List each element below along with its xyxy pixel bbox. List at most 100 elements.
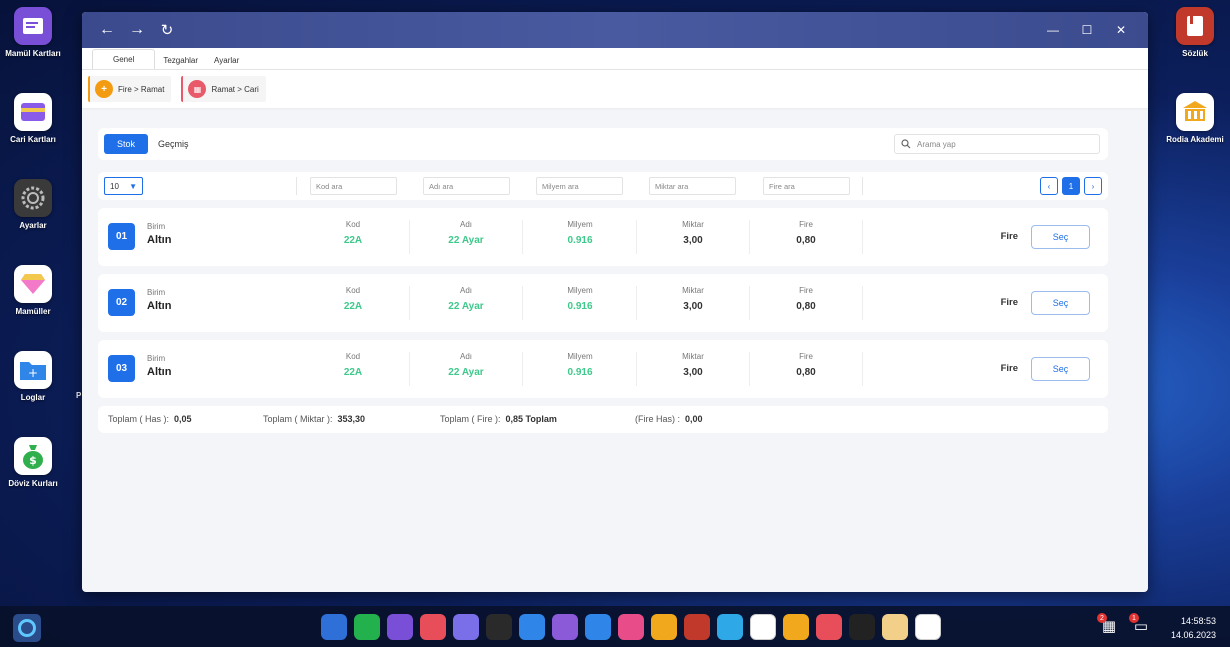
- dock-app-icon[interactable]: [849, 614, 875, 640]
- fire-title: Fire: [799, 352, 813, 361]
- next-page-button[interactable]: ›: [1084, 177, 1102, 195]
- select-button[interactable]: Seç: [1031, 357, 1090, 381]
- milyem-filter-input[interactable]: Milyem ara: [536, 177, 623, 195]
- desktop-icon-label: Rodia Akademi: [1166, 135, 1224, 144]
- dock-app-icon[interactable]: [882, 614, 908, 640]
- desktop-icon-mamuller[interactable]: Mamüller: [0, 265, 68, 316]
- adi-title: Adı: [459, 352, 472, 361]
- dock-app-icon[interactable]: [750, 614, 776, 640]
- birim-cell: Birim Altın: [147, 354, 171, 378]
- tab-gecmis[interactable]: Geçmiş: [148, 134, 199, 154]
- fire-title: Fire: [799, 286, 813, 295]
- desktop-icon-ayarlar[interactable]: Ayarlar: [0, 179, 68, 230]
- fire-label: Fire: [1000, 363, 1018, 374]
- desktop-icon-label: Ayarlar: [19, 221, 47, 230]
- desktop-icon-label: Sözlük: [1182, 49, 1208, 58]
- dock-app-icon[interactable]: [552, 614, 578, 640]
- clock-time: 14:58:53: [1180, 616, 1216, 626]
- kod-cell: Kod 22A: [297, 286, 410, 320]
- adi-filter-input[interactable]: Adı ara: [423, 177, 510, 195]
- start-button[interactable]: [13, 614, 41, 642]
- dock-app-icon[interactable]: [354, 614, 380, 640]
- tab-stok[interactable]: Stok: [104, 134, 149, 154]
- desktop-icon-loglar[interactable]: + Loglar: [0, 351, 68, 402]
- desktop-icon-doviz-kurlari[interactable]: $ Döviz Kurları: [0, 437, 68, 488]
- clock-date: 14.06.2023: [1170, 630, 1216, 640]
- miktar-value: 3,00: [683, 235, 703, 246]
- kod-title: Kod: [345, 352, 361, 361]
- forward-arrow-icon[interactable]: →: [126, 19, 148, 41]
- dock-app-icon[interactable]: [651, 614, 677, 640]
- miktar-filter-input[interactable]: Miktar ara: [649, 177, 736, 195]
- dock-app-icon[interactable]: [783, 614, 809, 640]
- dock-app-icon[interactable]: [519, 614, 545, 640]
- divider: [296, 177, 297, 195]
- select-button[interactable]: Seç: [1031, 291, 1090, 315]
- minimize-button[interactable]: —: [1036, 23, 1070, 37]
- page-size-select[interactable]: 10 ▼: [104, 177, 143, 195]
- miktar-cell: Miktar 3,00: [637, 220, 750, 254]
- tab-genel[interactable]: Genel: [92, 49, 156, 69]
- select-button[interactable]: Seç: [1031, 225, 1090, 249]
- kod-filter-input[interactable]: Kod ara: [310, 177, 397, 195]
- back-arrow-icon[interactable]: ←: [96, 19, 118, 41]
- fire-ramat-button[interactable]: + Fire > Ramat: [88, 76, 172, 102]
- fire-filter-input[interactable]: Fire ara: [763, 177, 850, 195]
- maximize-button[interactable]: ☐: [1070, 23, 1104, 37]
- fire-cell: Fire 0,80: [750, 220, 863, 254]
- dock-app-icon[interactable]: [420, 614, 446, 640]
- adi-cell: Adı 22 Ayar: [410, 286, 523, 320]
- desktop-icon-rodia-akademi[interactable]: Rodia Akademi: [1160, 93, 1230, 144]
- adi-cell: Adı 22 Ayar: [410, 220, 523, 254]
- dock-app-icon[interactable]: [321, 614, 347, 640]
- kod-value: 22A: [343, 367, 363, 378]
- dock-app-icon[interactable]: [585, 614, 611, 640]
- chevron-down-icon: ▼: [129, 181, 137, 191]
- calendar-badge: 2: [1097, 613, 1107, 623]
- dock-app-icon[interactable]: [684, 614, 710, 640]
- desktop-icon-sozluk[interactable]: Sözlük: [1160, 7, 1230, 58]
- title-bar: ← → ↻ — ☐ ✕: [82, 12, 1148, 48]
- fire-label: Fire: [1000, 297, 1018, 308]
- view-tabs-bar: Stok Geçmiş Arama yap: [98, 128, 1108, 160]
- window-controls: — ☐ ✕: [1036, 12, 1138, 48]
- dock-app-icon[interactable]: [816, 614, 842, 640]
- fire-cell: Fire 0,80: [750, 352, 863, 386]
- total-fire-has-label: (Fire Has) :: [635, 414, 680, 424]
- kod-cell: Kod 22A: [297, 220, 410, 254]
- desktop-icon-mamul-kartlari[interactable]: Mamül Kartları: [0, 7, 68, 58]
- close-button[interactable]: ✕: [1104, 23, 1138, 37]
- dock-app-icon[interactable]: [915, 614, 941, 640]
- milyem-title: Milyem: [567, 286, 593, 295]
- total-fire-has: (Fire Has) : 0,00: [635, 414, 703, 424]
- dock-app-icon[interactable]: [486, 614, 512, 640]
- list-item: 03 Birim Altın Kod 22A Adı 22 Ayar Milyem 0…: [98, 340, 1108, 398]
- row-number: 03: [108, 355, 135, 382]
- refresh-icon[interactable]: ↻: [156, 19, 178, 41]
- dock-app-icon[interactable]: [717, 614, 743, 640]
- birim-cell: Birim Altın: [147, 222, 171, 246]
- dock-app-icon[interactable]: [453, 614, 479, 640]
- totals-bar: Toplam ( Has ): 0,05 Toplam ( Miktar ): …: [98, 406, 1108, 433]
- dock-app-icon[interactable]: [387, 614, 413, 640]
- birim-title: Birim: [147, 222, 166, 231]
- dock-app-icon[interactable]: [618, 614, 644, 640]
- clock: 14:58:53 14.06.2023: [1171, 614, 1216, 642]
- adi-title: Adı: [459, 286, 472, 295]
- desktop-icon-cari-kartlari[interactable]: Cari Kartları: [0, 93, 68, 144]
- prev-page-button[interactable]: ‹: [1040, 177, 1058, 195]
- current-page-button[interactable]: 1: [1062, 177, 1080, 195]
- svg-text:+: +: [28, 366, 38, 380]
- start-icon: [18, 619, 36, 637]
- list-item: 01 Birim Altın Kod 22A Adı 22 Ayar Milyem 0…: [98, 208, 1108, 266]
- desktop-stray-label: P: [76, 391, 82, 400]
- search-input[interactable]: Arama yap: [894, 134, 1100, 154]
- tab-ayarlar[interactable]: Ayarlar: [206, 52, 247, 69]
- tab-tezgahlar[interactable]: Tezgahlar: [155, 52, 206, 69]
- birim-value: Altın: [147, 234, 172, 246]
- total-miktar: Toplam ( Miktar ): 353,30: [263, 414, 365, 424]
- calendar-icon: ▦: [188, 80, 207, 98]
- ramat-cari-button[interactable]: ▦ Ramat > Cari: [181, 76, 266, 102]
- stock-list: 01 Birim Altın Kod 22A Adı 22 Ayar Milyem 0…: [98, 208, 1108, 398]
- page-size-value: 10: [110, 181, 119, 191]
